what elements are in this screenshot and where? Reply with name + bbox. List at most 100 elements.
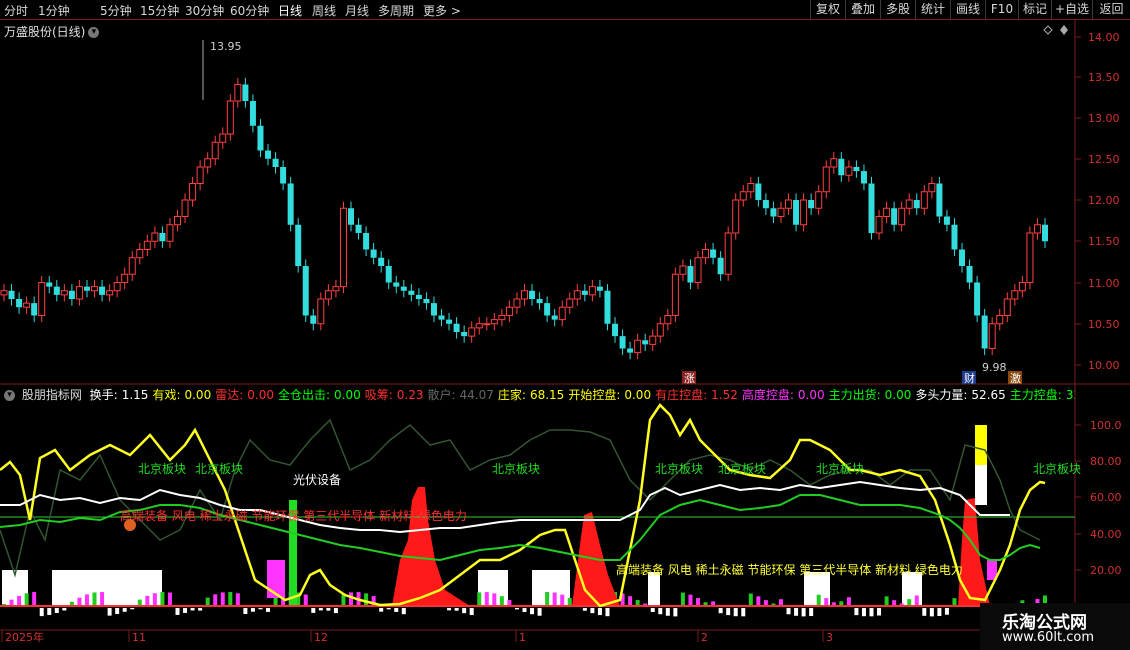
histogram-bar [748, 593, 753, 606]
candle-body [249, 101, 256, 126]
indicator-number: 44.07 [459, 388, 494, 402]
settings-icon[interactable]: ▾ [4, 390, 15, 401]
candle-body [981, 315, 988, 349]
candle-body [974, 282, 981, 316]
white-block [975, 465, 987, 505]
histogram-bar [590, 608, 595, 614]
stock-title: 万盛股份(日线) ▾ [4, 23, 100, 40]
histogram-bar [318, 608, 323, 611]
candle-body [505, 306, 513, 316]
histogram-bar [62, 608, 67, 611]
histogram-bar [552, 592, 557, 606]
dropdown-icon[interactable]: ▾ [88, 27, 100, 38]
histogram-bar [718, 608, 723, 614]
candle-body [875, 216, 883, 234]
candle-body [257, 125, 264, 151]
candle-body [83, 286, 90, 291]
candle-body [913, 200, 920, 209]
histogram-bar [84, 594, 89, 606]
beijing-label: 北京板块 [492, 462, 540, 476]
histogram-bar [854, 608, 859, 616]
candle-body [317, 298, 325, 325]
candle-body [612, 323, 619, 337]
histogram-bar [914, 595, 919, 606]
candle-body [671, 273, 679, 316]
expand-icon[interactable] [1060, 25, 1068, 35]
histogram-bar [907, 599, 912, 606]
diamond-icon[interactable] [1043, 25, 1053, 35]
candle-body [295, 224, 302, 266]
candle-body [558, 306, 566, 321]
indicator-name: 股朋指标网 [21, 388, 82, 402]
histogram-bar [462, 608, 467, 614]
histogram-bar [364, 593, 369, 606]
histogram-bar [605, 608, 610, 617]
price-tick: 11.50 [1088, 235, 1120, 248]
candle-body [38, 282, 46, 316]
histogram-bar [597, 608, 602, 616]
candle-body [242, 84, 249, 101]
candle-body [905, 199, 913, 209]
candle-body [189, 183, 197, 201]
candle-body [891, 208, 898, 225]
candle-body [1033, 224, 1041, 234]
candle-body [453, 323, 460, 332]
candle-body [883, 207, 891, 217]
histogram-bar [650, 608, 655, 613]
indicator-number: 1.52 [711, 388, 738, 402]
histogram-bar [726, 608, 731, 616]
histogram-bar [100, 592, 105, 606]
candle-body [378, 257, 385, 266]
histogram-bar [205, 597, 210, 606]
indicator-number: 0.00 [884, 388, 912, 402]
date-label: 2025年 [5, 630, 44, 644]
histogram-bar [447, 608, 452, 611]
histogram-bar [756, 596, 761, 606]
date-label: 1 [519, 631, 526, 644]
candle-body [159, 233, 166, 242]
histogram-bar [680, 592, 685, 606]
indicator-tick: 60.00 [1090, 491, 1122, 504]
indicator-number: 32.98 [1065, 388, 1075, 402]
histogram-bar [394, 608, 399, 612]
candle-body [619, 336, 626, 349]
date-label: 12 [314, 631, 328, 644]
candle-body [143, 240, 151, 250]
candle-body [196, 166, 204, 184]
histogram-bar [824, 598, 829, 606]
indicator-value: 换手: [89, 388, 118, 402]
candle-body [99, 286, 106, 295]
candle-body [0, 290, 8, 296]
indicator-value: 高度控盘: [741, 388, 794, 402]
histogram-bar [688, 594, 693, 606]
candle-body [996, 315, 1004, 325]
candle-body [400, 286, 407, 291]
candle-body [710, 249, 717, 258]
candle-body [664, 315, 672, 325]
candle-body [423, 299, 430, 304]
sector-list-label: 高端装备 风电 稀土永磁 节能环保 第三代半导体 新材料 绿色电力 [616, 562, 963, 577]
candle-body [822, 166, 830, 193]
candle-body [838, 158, 845, 176]
pv-label: 光伏设备 [293, 473, 341, 487]
histogram-bar [884, 596, 889, 606]
candle-body [415, 294, 422, 299]
histogram-bar [32, 592, 37, 606]
candle-body [793, 200, 800, 225]
histogram-bar [401, 608, 406, 615]
histogram-bar [115, 608, 120, 615]
candle-body [634, 339, 642, 354]
candle-body [988, 323, 996, 349]
candle-body [219, 133, 227, 143]
histogram-bar [944, 608, 949, 615]
indicator-tick: 80.00 [1090, 455, 1122, 468]
indicator-value: 全仓出击: [277, 388, 331, 402]
candle-body [16, 299, 23, 308]
cai-badge-label: 财 [964, 371, 975, 385]
histogram-bar [250, 608, 255, 612]
price-tick: 14.00 [1088, 31, 1120, 44]
histogram-bar [492, 593, 497, 606]
candle-body [302, 266, 309, 316]
high-price-marker: 13.95 [210, 40, 242, 53]
candle-body [136, 249, 144, 259]
